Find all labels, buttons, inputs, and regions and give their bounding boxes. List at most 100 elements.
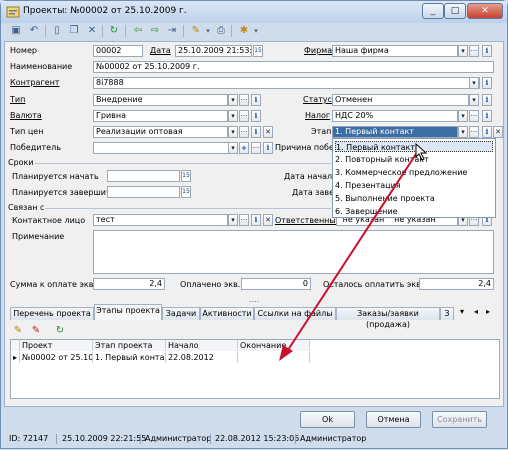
firm-info-icon[interactable]: i xyxy=(482,45,492,57)
winner-add-icon[interactable]: + xyxy=(239,142,249,154)
copy-icon[interactable]: ❐ xyxy=(67,24,81,38)
firm-field[interactable]: Наша фирма xyxy=(332,45,458,57)
undo-icon[interactable]: ↶ xyxy=(27,24,41,38)
tax-select-button[interactable]: ··· xyxy=(469,110,479,122)
status-dropdown-button[interactable]: ▾ xyxy=(469,94,479,106)
edit-row-icon[interactable]: ✎ xyxy=(11,324,25,338)
contact-dropdown-button[interactable]: ▾ xyxy=(228,214,238,226)
arrow-left-icon[interactable]: ⇦ xyxy=(131,24,145,38)
stage-select-button[interactable]: ··· xyxy=(469,126,479,138)
tab-activities[interactable]: Активности xyxy=(200,307,254,320)
grid-header-stage[interactable]: Этап проекта xyxy=(93,340,166,351)
type-dropdown-button[interactable]: ▾ xyxy=(228,94,238,106)
tax-field[interactable]: НДС 20% xyxy=(332,110,458,122)
dropdown-arrow-icon[interactable]: ▾ xyxy=(249,24,263,38)
date-field[interactable]: 25.10.2009 21:53:43 xyxy=(175,45,252,57)
table-row-start[interactable]: 22.08.2012 xyxy=(166,352,238,363)
tab-file-links[interactable]: Ссылки на файлы xyxy=(254,307,336,320)
close-button[interactable]: ✕ xyxy=(467,3,503,19)
minimize-button[interactable]: _ xyxy=(422,3,444,19)
currency-select-button[interactable]: ··· xyxy=(239,110,249,122)
contragent-field[interactable]: 8i7888 xyxy=(93,77,480,89)
stage-field[interactable]: 1. Первый контакт xyxy=(332,126,458,138)
stage-option-5[interactable]: 5. Выполнение проекта xyxy=(335,193,435,204)
currency-info-icon[interactable]: i xyxy=(251,110,261,122)
tab-orders[interactable]: Заказы/заявки (продажа) xyxy=(336,307,440,329)
stage-option-4[interactable]: 4. Презентация xyxy=(335,180,401,191)
calendar-icon[interactable]: 15 xyxy=(253,45,263,57)
sum-label: Сумма к оплате экв. xyxy=(10,280,96,289)
tab-menu-icon[interactable]: ▾ xyxy=(460,307,464,316)
winner-field[interactable] xyxy=(93,142,238,154)
currency-field[interactable]: Гривна xyxy=(93,110,228,122)
stage-clear-icon[interactable]: ✕ xyxy=(493,126,503,138)
tab-scroll-left-icon[interactable]: ◂ xyxy=(474,307,478,316)
save-icon[interactable]: ▣ xyxy=(9,24,23,38)
note-field[interactable] xyxy=(93,230,494,274)
grid-header-project[interactable]: Проект xyxy=(20,340,93,351)
grid-header-start[interactable]: Начало xyxy=(166,340,238,351)
price-type-field[interactable]: Реализации оптовая xyxy=(93,126,228,138)
contact-select-button[interactable]: ··· xyxy=(239,214,249,226)
currency-dropdown-button[interactable]: ▾ xyxy=(228,110,238,122)
tax-info-icon[interactable]: i xyxy=(482,110,492,122)
stage-option-6[interactable]: 6. Завершение xyxy=(335,206,398,217)
plan-start-calendar-icon[interactable]: 15 xyxy=(181,170,191,182)
splitter-handle[interactable]: .... xyxy=(249,295,259,304)
tab-project-list[interactable]: Перечень проекта xyxy=(10,307,94,320)
refresh-grid-icon[interactable]: ↻ xyxy=(53,324,67,338)
date-label: Дата xyxy=(150,46,171,55)
winner-select-button[interactable]: ··· xyxy=(251,142,261,154)
type-select-button[interactable]: ··· xyxy=(239,94,249,106)
plan-end-field[interactable] xyxy=(107,186,180,198)
price-type-clear-icon[interactable]: ✕ xyxy=(263,126,273,138)
tax-dropdown-button[interactable]: ▾ xyxy=(458,110,468,122)
firm-select-button[interactable]: ··· xyxy=(469,45,479,57)
contragent-info-icon[interactable]: i xyxy=(482,77,492,89)
status-info-icon[interactable]: i xyxy=(482,94,492,106)
contact-info-icon[interactable]: i xyxy=(251,214,261,226)
stage-dropdown-button[interactable]: ▾ xyxy=(458,126,468,138)
table-row-end[interactable] xyxy=(238,352,310,363)
tab-more[interactable]: З xyxy=(440,307,454,320)
price-type-dropdown-button[interactable]: ▾ xyxy=(228,126,238,138)
type-info-icon[interactable]: i xyxy=(251,94,261,106)
price-type-select-button[interactable]: ··· xyxy=(239,126,249,138)
dropdown-arrow-icon[interactable]: ▾ xyxy=(201,24,215,38)
grid-header-end[interactable]: Окончание xyxy=(238,340,310,351)
contact-clear-icon[interactable]: ✕ xyxy=(263,214,273,226)
move-to-icon[interactable]: ⇥ xyxy=(165,24,179,38)
winner-info-icon[interactable]: i xyxy=(263,142,273,154)
status-modified: 22.08.2012 15:23:05 xyxy=(215,434,300,443)
contact-field[interactable]: тест xyxy=(93,214,228,226)
status-field[interactable]: Отменен xyxy=(332,94,469,106)
print-icon[interactable]: ⎙ xyxy=(214,24,228,38)
stage-option-1[interactable]: 1. Первый контакт xyxy=(335,141,493,152)
price-type-info-icon[interactable]: i xyxy=(251,126,261,138)
name-field[interactable]: №00002 от 25.10.2009 г. xyxy=(93,61,494,73)
refresh-icon[interactable]: ↻ xyxy=(107,24,121,38)
firm-label: Фирма xyxy=(304,46,333,55)
ok-button[interactable]: Ok xyxy=(300,411,355,428)
number-field[interactable]: 00002 xyxy=(93,45,143,57)
plan-end-calendar-icon[interactable]: 15 xyxy=(181,186,191,198)
maximize-button[interactable]: □ xyxy=(444,3,466,19)
winner-dropdown-button[interactable]: ▾ xyxy=(228,142,238,154)
tab-scroll-right-icon[interactable]: ▸ xyxy=(486,307,490,316)
cancel-button[interactable]: Отмена xyxy=(366,411,421,428)
table-row-project[interactable]: №00002 от 25.10.2 xyxy=(20,352,93,363)
delete-row-icon[interactable]: ✎ xyxy=(29,324,43,338)
new-document-icon[interactable]: ▯ xyxy=(50,24,64,38)
tab-tasks[interactable]: Задачи xyxy=(162,307,200,320)
type-field[interactable]: Внедрение xyxy=(93,94,228,106)
save-button[interactable]: Сохранить xyxy=(432,411,487,428)
contragent-dropdown-button[interactable]: ▾ xyxy=(469,77,479,89)
arrow-right-icon[interactable]: ⇨ xyxy=(148,24,162,38)
firm-dropdown-button[interactable]: ▾ xyxy=(458,45,468,57)
stage-info-icon[interactable]: i xyxy=(482,126,492,138)
table-row-stage[interactable]: 1. Первый контакт xyxy=(93,352,166,363)
stage-option-3[interactable]: 3. Коммерческое предложение xyxy=(335,167,467,178)
tab-project-stages[interactable]: Этапы проекта xyxy=(94,304,162,320)
delete-icon[interactable]: ✕ xyxy=(85,24,99,38)
plan-start-field[interactable] xyxy=(107,170,180,182)
